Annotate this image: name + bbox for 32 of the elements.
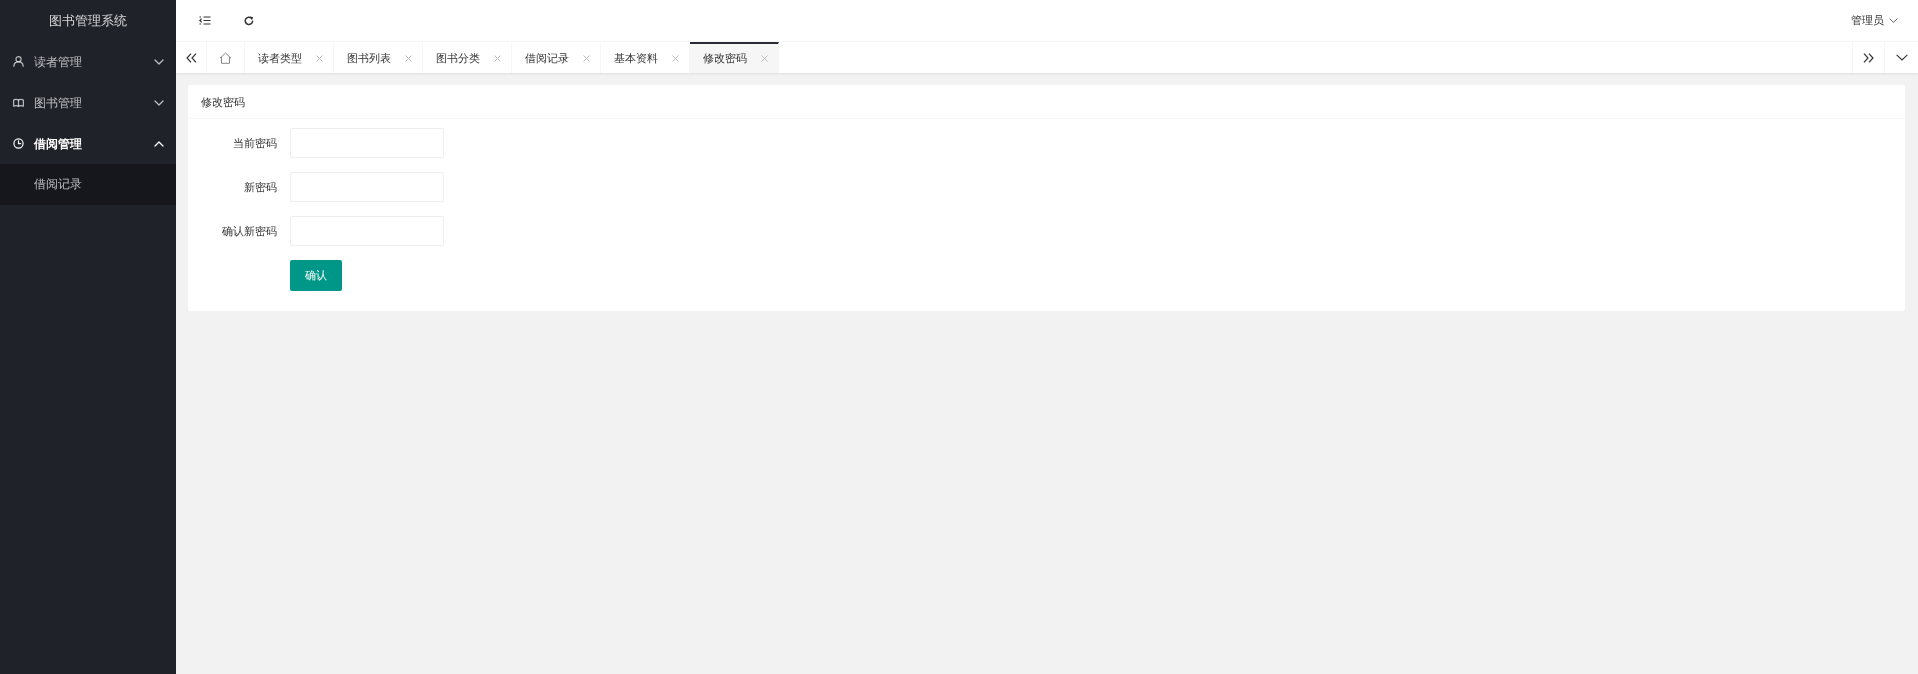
close-icon[interactable] xyxy=(672,55,679,62)
page-tab[interactable]: 图书列表 xyxy=(334,42,423,73)
chevron-down-icon[interactable] xyxy=(1895,54,1908,61)
clock-icon xyxy=(13,138,24,149)
submenu-item[interactable]: 借阅记录 xyxy=(0,164,176,205)
page-tab[interactable]: 读者类型 xyxy=(245,42,334,73)
field-label: 确认新密码 xyxy=(221,223,277,239)
refresh-icon[interactable] xyxy=(244,15,254,26)
close-icon[interactable] xyxy=(316,55,323,62)
panel-title: 修改密码 xyxy=(201,96,245,108)
user-menu[interactable]: 管理员 xyxy=(1851,12,1898,29)
double-chevron-left-icon[interactable] xyxy=(185,52,197,63)
person-icon xyxy=(13,56,24,67)
app-title: 图书管理系统 xyxy=(48,12,128,30)
page-tab[interactable]: 图书分类 xyxy=(423,42,512,73)
double-chevron-right-icon[interactable] xyxy=(1863,52,1874,63)
field-label: 当前密码 xyxy=(232,135,277,151)
close-icon[interactable] xyxy=(761,55,768,62)
close-icon[interactable] xyxy=(494,55,501,62)
page-tab[interactable]: 借阅记录 xyxy=(512,42,601,73)
menu-icon[interactable] xyxy=(199,16,211,25)
book-icon xyxy=(13,97,24,108)
chevron-down-icon xyxy=(1889,18,1898,23)
home-icon[interactable] xyxy=(219,51,232,64)
sidebar-item[interactable]: 借阅管理 xyxy=(0,123,176,164)
close-icon[interactable] xyxy=(405,55,412,62)
confirm-button[interactable]: 确认 xyxy=(290,260,342,291)
sidebar-item[interactable]: 图书管理 xyxy=(0,82,176,123)
field-label: 新密码 xyxy=(243,179,277,195)
close-icon[interactable] xyxy=(583,55,590,62)
page-tab[interactable]: 修改密码 xyxy=(690,42,779,73)
sidebar-item[interactable]: 读者管理 xyxy=(0,41,176,82)
